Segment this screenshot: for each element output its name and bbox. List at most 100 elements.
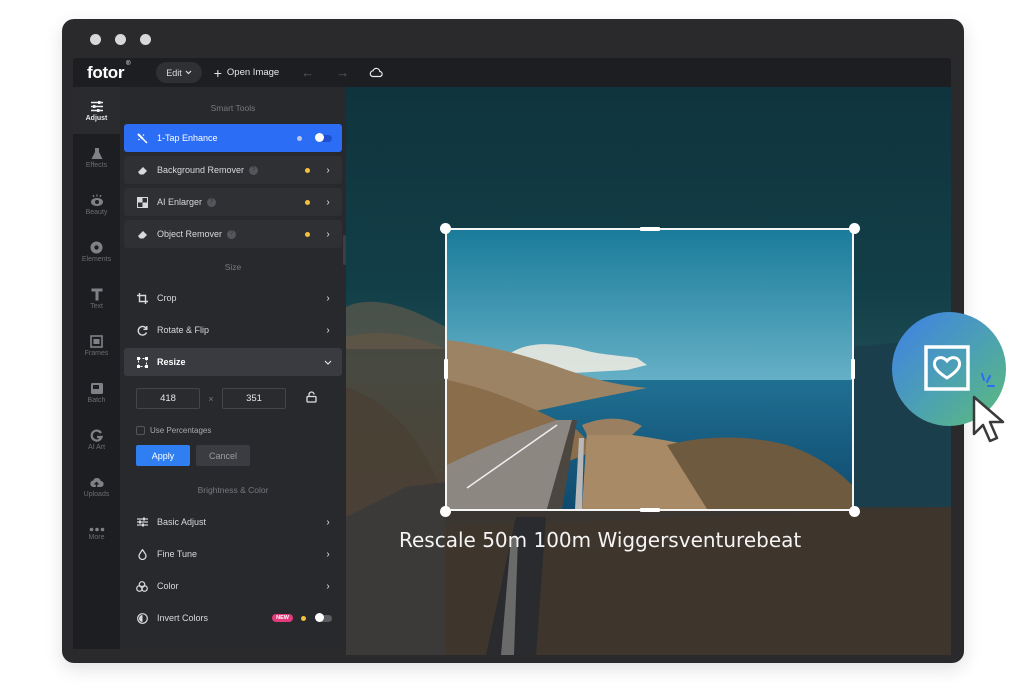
tool-object-remover[interactable]: Object Remover? › bbox=[124, 220, 342, 248]
tool-label: Resize bbox=[157, 357, 186, 367]
tool-label: Fine Tune bbox=[157, 549, 198, 559]
help-icon[interactable]: ? bbox=[249, 165, 259, 175]
window-close-button[interactable] bbox=[90, 34, 101, 45]
sidebar-item-batch[interactable]: Batch bbox=[73, 369, 120, 416]
edit-menu-button[interactable]: Edit bbox=[156, 62, 202, 83]
use-percentages-checkbox[interactable] bbox=[136, 426, 145, 435]
brightness-color-title: Brightness & Color bbox=[197, 485, 269, 495]
premium-dot bbox=[305, 199, 310, 205]
tool-resize[interactable]: Resize bbox=[124, 348, 342, 376]
eye-icon bbox=[90, 194, 103, 206]
flask-icon bbox=[91, 147, 102, 159]
tool-background-remover[interactable]: Background Remover? › bbox=[124, 156, 342, 184]
tool-label: Invert Colors bbox=[157, 613, 209, 623]
unlock-icon[interactable] bbox=[306, 390, 317, 408]
help-icon[interactable]: ? bbox=[227, 229, 237, 239]
help-icon[interactable]: ? bbox=[207, 197, 217, 207]
crop-handle-bottom-right[interactable] bbox=[849, 506, 860, 517]
sidebar-item-elements[interactable]: Elements bbox=[73, 228, 120, 275]
ai-art-icon bbox=[90, 428, 103, 442]
undo-arrow-left-icon[interactable]: ← bbox=[301, 65, 314, 80]
text-icon bbox=[91, 288, 102, 300]
window-maximize-button[interactable] bbox=[140, 34, 151, 45]
smart-tools-title: Smart Tools bbox=[210, 103, 256, 113]
sidebar-item-frames[interactable]: Frames bbox=[73, 322, 120, 369]
rail-label: Uploads bbox=[83, 490, 110, 498]
invert-icon bbox=[136, 612, 148, 624]
use-percentages-label: Use Percentages bbox=[150, 426, 212, 435]
tool-fine-tune[interactable]: Fine Tune › bbox=[124, 540, 342, 568]
crop-handle-top[interactable] bbox=[640, 227, 660, 231]
premium-dot bbox=[301, 615, 306, 621]
chevron-right-icon: › bbox=[326, 196, 330, 208]
cancel-button[interactable]: Cancel bbox=[196, 445, 250, 466]
tool-label: Crop bbox=[157, 293, 177, 303]
mouse-cursor-icon bbox=[972, 395, 1005, 443]
tool-label: Basic Adjust bbox=[157, 517, 207, 527]
tool-basic-adjust[interactable]: Basic Adjust › bbox=[124, 508, 342, 536]
drop-icon bbox=[136, 548, 148, 560]
elements-circle-icon bbox=[90, 241, 103, 253]
app-window: fotor ® Edit + Open Image ← → Adjust Effe… bbox=[62, 19, 964, 663]
cropped-photo bbox=[447, 230, 852, 509]
rail-label: Elements bbox=[81, 255, 112, 263]
tool-label: Rotate & Flip bbox=[157, 325, 210, 335]
sidebar-item-effects[interactable]: Effects bbox=[73, 134, 120, 181]
apply-button[interactable]: Apply bbox=[136, 445, 190, 466]
overlay-caption: Rescale 50m 100m Wiggersventurebeat bbox=[399, 528, 802, 552]
sidebar-item-beauty[interactable]: Beauty bbox=[73, 181, 120, 228]
sidebar-item-text[interactable]: Text bbox=[73, 275, 120, 322]
tool-label: AI Enlarger bbox=[157, 197, 203, 207]
tool-1-tap-enhance[interactable]: 1-Tap Enhance bbox=[124, 124, 342, 152]
redo-arrow-right-icon[interactable]: → bbox=[336, 65, 349, 80]
enhance-toggle[interactable] bbox=[315, 133, 332, 142]
cloud-icon[interactable] bbox=[369, 67, 383, 78]
tool-rotate-flip[interactable]: Rotate & Flip › bbox=[124, 316, 342, 344]
crop-handle-right[interactable] bbox=[851, 359, 855, 379]
resize-options: × Use Percentages Apply Cancel bbox=[124, 380, 342, 466]
rail-label: Adjust bbox=[85, 114, 108, 122]
chevron-right-icon: › bbox=[326, 324, 330, 336]
fotor-logo[interactable]: fotor ® bbox=[87, 61, 131, 83]
logo-trademark: ® bbox=[126, 60, 131, 67]
chevron-right-icon: › bbox=[326, 228, 330, 240]
open-image-button[interactable]: + Open Image bbox=[214, 66, 279, 80]
chevron-down-icon bbox=[185, 70, 192, 75]
crop-handle-top-right[interactable] bbox=[849, 223, 860, 234]
tool-color[interactable]: Color › bbox=[124, 572, 342, 600]
crop-handle-bottom[interactable] bbox=[640, 508, 660, 512]
use-percentages-row[interactable]: Use Percentages bbox=[136, 426, 330, 435]
tool-crop[interactable]: Crop › bbox=[124, 284, 342, 312]
new-badge: NEW bbox=[272, 614, 293, 622]
tool-label: Background Remover bbox=[157, 165, 245, 175]
status-dot bbox=[297, 135, 302, 141]
invert-colors-toggle[interactable] bbox=[315, 613, 332, 622]
crop-handle-bottom-left[interactable] bbox=[440, 506, 451, 517]
image-canvas[interactable] bbox=[346, 87, 951, 655]
tool-invert-colors[interactable]: Invert Colors NEW bbox=[124, 604, 342, 632]
resize-icon bbox=[136, 356, 148, 368]
rail-label: AI Art bbox=[87, 443, 106, 451]
magic-wand-icon bbox=[136, 132, 148, 144]
chevron-right-icon: › bbox=[326, 292, 330, 304]
chevron-down-icon bbox=[324, 360, 332, 365]
top-toolbar: fotor ® Edit + Open Image ← → bbox=[73, 58, 951, 87]
sidebar-item-uploads[interactable]: Uploads bbox=[73, 463, 120, 510]
tool-ai-enlarger[interactable]: AI Enlarger? › bbox=[124, 188, 342, 216]
crop-handle-left[interactable] bbox=[444, 359, 448, 379]
sidebar-item-more[interactable]: More bbox=[73, 510, 120, 557]
window-minimize-button[interactable] bbox=[115, 34, 126, 45]
sidebar-item-ai-art[interactable]: AI Art bbox=[73, 416, 120, 463]
eraser-icon bbox=[136, 228, 148, 240]
height-input[interactable] bbox=[222, 388, 286, 409]
chevron-right-icon: › bbox=[326, 548, 330, 560]
chevron-right-icon: › bbox=[326, 164, 330, 176]
rotate-icon bbox=[136, 324, 148, 336]
crop-icon bbox=[136, 292, 148, 304]
crop-selection[interactable] bbox=[445, 228, 854, 511]
width-input[interactable] bbox=[136, 388, 200, 409]
crop-handle-top-left[interactable] bbox=[440, 223, 451, 234]
sidebar-item-adjust[interactable]: Adjust bbox=[73, 87, 120, 134]
rail-label: Text bbox=[90, 302, 103, 310]
adjust-panel: Smart Tools 1-Tap Enhance Background Rem… bbox=[120, 87, 346, 649]
